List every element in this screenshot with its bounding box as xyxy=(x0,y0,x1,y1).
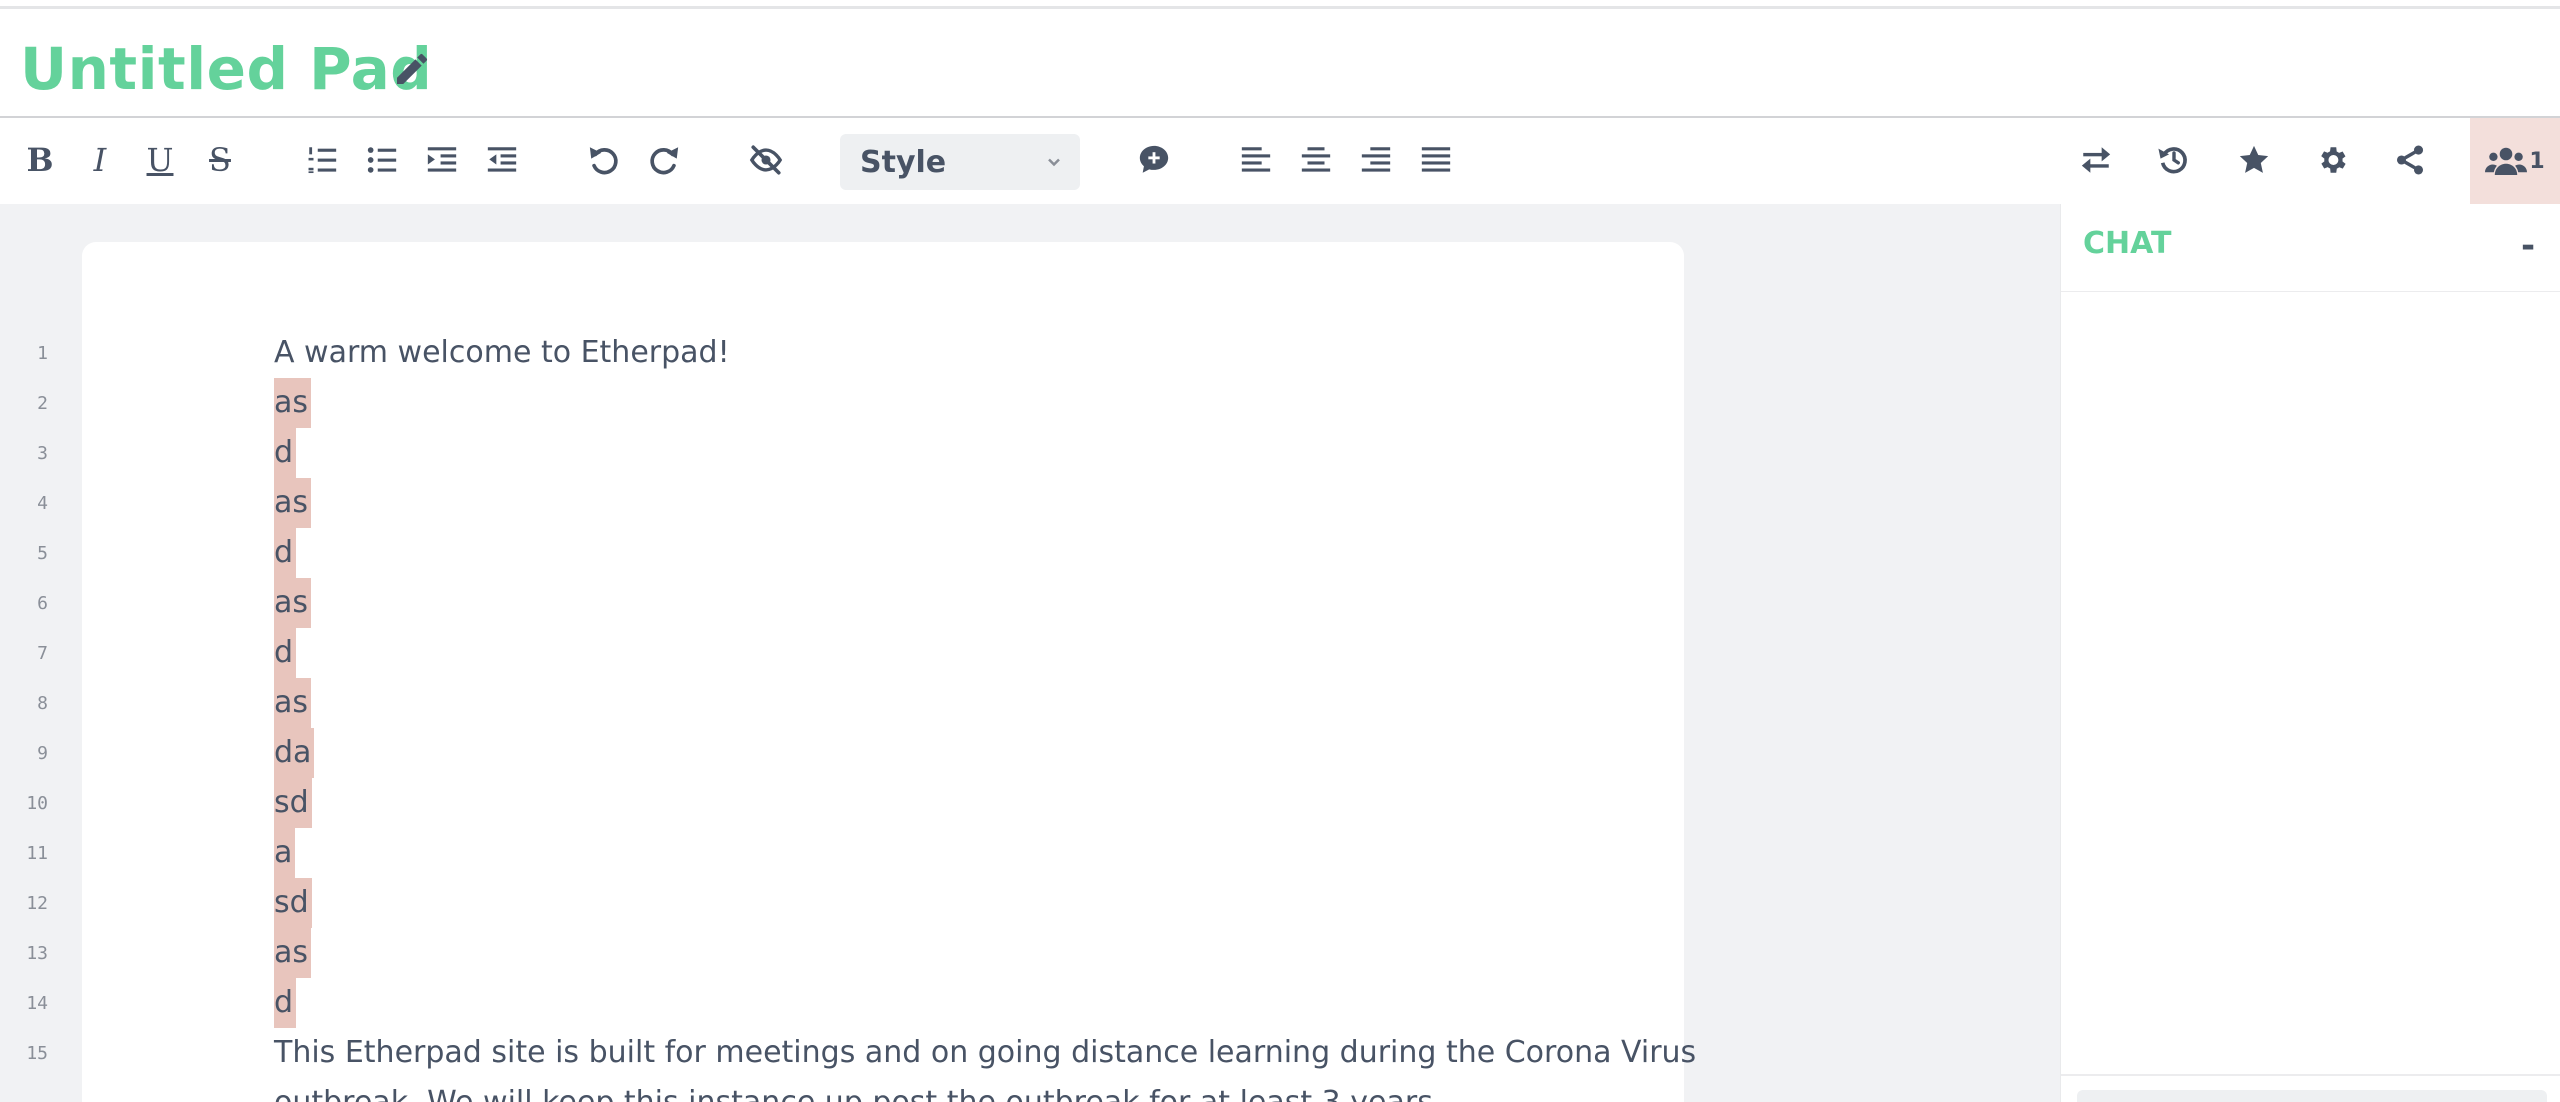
editor-line-text: A warm welcome to Etherpad! xyxy=(274,335,730,370)
settings-gear-icon[interactable] xyxy=(2308,136,2356,184)
align-left-icon[interactable] xyxy=(1232,136,1280,184)
editor-line-text: sd xyxy=(274,778,312,828)
editor-line[interactable]: sd xyxy=(274,778,312,828)
editor-line-text: sd xyxy=(274,878,312,928)
pad-document[interactable]: 1 A warm welcome to Etherpad! 2 as 3 d 4 as 5 d 6 a… xyxy=(26,242,1696,1102)
editor-line[interactable]: a xyxy=(274,828,296,878)
users-button[interactable]: 1 xyxy=(2470,118,2560,204)
editor-line-text: a xyxy=(274,828,296,878)
editor-line[interactable]: as xyxy=(274,928,312,978)
line-number: 8 xyxy=(37,693,48,714)
style-select-value: Style xyxy=(860,144,947,180)
line-number: 6 xyxy=(37,593,48,614)
redo-icon[interactable] xyxy=(640,136,688,184)
line-number: 1 xyxy=(37,343,48,364)
editor-line-text: as xyxy=(274,678,312,728)
editor-line[interactable]: as xyxy=(274,578,312,628)
editor-line[interactable]: d xyxy=(274,978,297,1028)
editor-line-text: as xyxy=(274,578,312,628)
editor-line-text: da xyxy=(274,728,315,778)
chat-input[interactable] xyxy=(2077,1090,2547,1102)
undo-icon[interactable] xyxy=(580,136,628,184)
editor-line[interactable]: d xyxy=(274,628,297,678)
editor-line-text: as xyxy=(274,928,312,978)
line-number: 2 xyxy=(37,393,48,414)
editor-line[interactable]: A warm welcome to Etherpad! xyxy=(274,328,730,378)
align-center-icon[interactable] xyxy=(1292,136,1340,184)
line-number: 4 xyxy=(37,493,48,514)
line-number: 14 xyxy=(26,993,48,1014)
editor-line[interactable]: da xyxy=(274,728,315,778)
editor-line[interactable]: d xyxy=(274,528,297,578)
ordered-list-icon[interactable] xyxy=(298,136,346,184)
line-number: 13 xyxy=(26,943,48,964)
pad-title: Untitled Pad xyxy=(20,35,433,103)
editor-line-text: d xyxy=(274,628,297,678)
editor-line[interactable]: d xyxy=(274,428,297,478)
editor-line[interactable]: as xyxy=(274,378,312,428)
editor-background: 1 A warm welcome to Etherpad! 2 as 3 d 4 as 5 d 6 a… xyxy=(0,204,2060,1102)
unordered-list-icon[interactable] xyxy=(358,136,406,184)
editor-line[interactable]: as xyxy=(274,678,312,728)
line-number: 15 xyxy=(26,1043,48,1064)
line-number: 9 xyxy=(37,743,48,764)
line-number: 10 xyxy=(26,793,48,814)
editor-line-text: d xyxy=(274,528,297,578)
editor-line-text: outbreak. We will keep this instance up … xyxy=(274,1085,1442,1102)
underline-button[interactable]: U xyxy=(136,136,184,184)
editor-line[interactable]: as xyxy=(274,478,312,528)
editor-line-text: as xyxy=(274,378,312,428)
chevron-down-icon xyxy=(1048,158,1060,167)
strikethrough-button[interactable]: S xyxy=(196,136,244,184)
editor-line-text: as xyxy=(274,478,312,528)
chat-title: CHAT xyxy=(2083,226,2172,261)
outdent-icon[interactable] xyxy=(478,136,526,184)
line-number: 12 xyxy=(26,893,48,914)
editor-line-text: d xyxy=(274,978,297,1028)
timeslider-history-icon[interactable] xyxy=(2150,136,2198,184)
indent-icon[interactable] xyxy=(418,136,466,184)
editbar: B I U S Style 1 xyxy=(0,118,2560,204)
line-number: 11 xyxy=(26,843,48,864)
chat-footer-divider xyxy=(2061,1074,2560,1076)
line-number: 3 xyxy=(37,443,48,464)
editor-line-text: d xyxy=(274,428,297,478)
line-number: 5 xyxy=(37,543,48,564)
users-count: 1 xyxy=(2529,148,2545,174)
star-icon[interactable] xyxy=(2230,136,2278,184)
share-icon[interactable] xyxy=(2386,136,2434,184)
clear-authorship-eye-slash-icon[interactable] xyxy=(742,136,790,184)
add-comment-icon[interactable] xyxy=(1130,136,1178,184)
editor-line[interactable]: outbreak. We will keep this instance up … xyxy=(274,1078,1442,1102)
title-bar: Untitled Pad xyxy=(0,9,2560,117)
editor-line[interactable]: sd xyxy=(274,878,312,928)
bold-button[interactable]: B xyxy=(16,136,64,184)
users-icon xyxy=(2485,147,2528,175)
import-export-icon[interactable] xyxy=(2072,136,2120,184)
align-right-icon[interactable] xyxy=(1352,136,1400,184)
chat-header: CHAT - xyxy=(2061,204,2560,292)
chat-minimize-button[interactable]: - xyxy=(2513,226,2543,266)
italic-button[interactable]: I xyxy=(76,136,124,184)
line-number: 7 xyxy=(37,643,48,664)
style-select[interactable]: Style xyxy=(840,134,1080,190)
editor-line-text: This Etherpad site is built for meetings… xyxy=(274,1035,1697,1070)
align-justify-icon[interactable] xyxy=(1412,136,1460,184)
editor-line[interactable]: This Etherpad site is built for meetings… xyxy=(274,1028,1696,1078)
edit-title-pencil-icon[interactable] xyxy=(392,49,432,93)
chat-panel: CHAT - xyxy=(2060,204,2560,1102)
